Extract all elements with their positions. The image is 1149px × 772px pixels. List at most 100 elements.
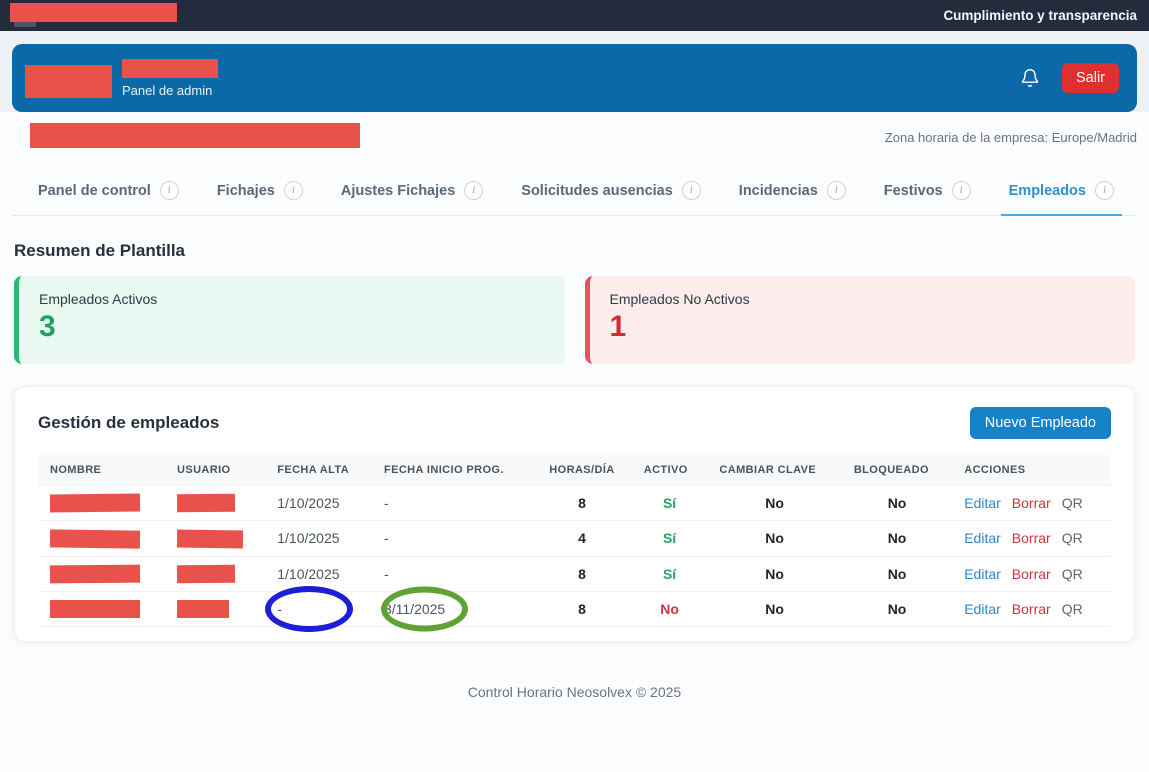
- main-content: Zona horaria de la empresa: Europe/Madri…: [0, 112, 1149, 772]
- card-label: Empleados Activos: [39, 291, 545, 307]
- cell-cambiar-clave: No: [707, 591, 841, 626]
- column-header-activo: ACTIVO: [632, 455, 708, 486]
- employee-management-title: Gestión de empleados: [38, 413, 219, 433]
- cell-cambiar-clave: No: [707, 521, 841, 556]
- column-header-fecha-alta: FECHA ALTA: [265, 455, 372, 486]
- column-header-usuario: USUARIO: [165, 455, 265, 486]
- info-icon[interactable]: i: [682, 181, 701, 200]
- partial-logo-text: [14, 22, 36, 27]
- fecha-inicio-value: -: [384, 495, 389, 511]
- redacted-admin-name: [122, 59, 218, 78]
- cell-fecha-inicio-prog: 3/11/2025: [372, 591, 532, 626]
- redacted-app-logo: [10, 3, 177, 22]
- redacted-username: [177, 600, 229, 618]
- column-header-cambiar-clave: CAMBIAR CLAVE: [707, 455, 841, 486]
- tab-label: Fichajes: [217, 183, 275, 199]
- tab-label: Panel de control: [38, 183, 151, 199]
- summary-title: Resumen de Plantilla: [14, 241, 1149, 261]
- edit-link[interactable]: Editar: [964, 530, 1001, 546]
- tab-festivos[interactable]: Festivos i: [882, 171, 973, 215]
- tab-panel-de-control[interactable]: Panel de control i: [36, 171, 181, 215]
- column-header-nombre: NOMBRE: [38, 455, 165, 486]
- tab-label: Ajustes Fichajes: [341, 183, 455, 199]
- bell-icon[interactable]: [1020, 67, 1040, 89]
- cell-fecha-alta: 1/10/2025: [265, 521, 372, 556]
- edit-link[interactable]: Editar: [964, 601, 1001, 617]
- status-badge: Sí: [663, 566, 676, 582]
- tab-ajustes-fichajes[interactable]: Ajustes Fichajes i: [339, 171, 485, 215]
- info-icon[interactable]: i: [284, 181, 303, 200]
- delete-link[interactable]: Borrar: [1012, 566, 1051, 582]
- fecha-inicio-value: -: [384, 566, 389, 582]
- cell-activo: Sí: [632, 556, 708, 591]
- cell-acciones: Editar Borrar QR: [952, 486, 1111, 521]
- admin-identity: Panel de admin: [25, 59, 218, 98]
- cell-activo: No: [632, 591, 708, 626]
- table-row: -3/11/20258NoNoNoEditarBorrarQR: [38, 591, 1111, 626]
- cell-horas-dia: 4: [532, 521, 632, 556]
- redacted-employee-name: [50, 529, 140, 548]
- cell-activo: Sí: [632, 486, 708, 521]
- redacted-company-logo: [25, 65, 112, 98]
- cell-bloqueado: No: [842, 486, 952, 521]
- new-employee-button[interactable]: Nuevo Empleado: [970, 407, 1111, 439]
- qr-link[interactable]: QR: [1062, 566, 1083, 582]
- qr-link[interactable]: QR: [1062, 495, 1083, 511]
- delete-link[interactable]: Borrar: [1012, 530, 1051, 546]
- compliance-label: Cumplimiento y transparencia: [943, 8, 1137, 23]
- footer-text: Control Horario Neosolvex © 2025: [0, 642, 1149, 720]
- info-icon[interactable]: i: [464, 181, 483, 200]
- cell-fecha-inicio-prog: -: [372, 486, 532, 521]
- cell-acciones: Editar Borrar QR: [952, 591, 1111, 626]
- active-employees-count: 3: [39, 310, 545, 344]
- status-badge: Sí: [663, 530, 676, 546]
- cell-fecha-alta: 1/10/2025: [265, 486, 372, 521]
- info-icon[interactable]: i: [1095, 181, 1114, 200]
- cell-fecha-alta: 1/10/2025: [265, 556, 372, 591]
- edit-link[interactable]: Editar: [964, 566, 1001, 582]
- redacted-employee-name: [50, 564, 140, 583]
- tab-fichajes[interactable]: Fichajes i: [215, 171, 305, 215]
- cell-fecha-alta: -: [265, 591, 372, 626]
- cell-bloqueado: No: [842, 591, 952, 626]
- tab-label: Empleados: [1009, 183, 1086, 199]
- cell-activo: Sí: [632, 521, 708, 556]
- info-icon[interactable]: i: [160, 181, 179, 200]
- table-row: 1/10/2025- 8 Sí NoNo Editar Borrar QR: [38, 556, 1111, 591]
- tab-empleados[interactable]: Empleados i: [1007, 171, 1116, 215]
- delete-link[interactable]: Borrar: [1012, 601, 1051, 617]
- cell-bloqueado: No: [842, 556, 952, 591]
- info-icon[interactable]: i: [827, 181, 846, 200]
- delete-link[interactable]: Borrar: [1012, 495, 1051, 511]
- redacted-username: [177, 565, 235, 584]
- fecha-inicio-value: -: [384, 530, 389, 546]
- page: Cumplimiento y transparencia Panel de ad…: [0, 0, 1149, 704]
- cell-cambiar-clave: No: [707, 556, 841, 591]
- cell-horas-dia: 8: [532, 591, 632, 626]
- status-badge: Sí: [663, 495, 676, 511]
- tab-bar: Panel de controliFichajesiAjustes Fichaj…: [12, 171, 1137, 216]
- tab-label: Solicitudes ausencias: [521, 183, 673, 199]
- column-header-bloqueado: BLOQUEADO: [842, 455, 952, 486]
- edit-link[interactable]: Editar: [964, 495, 1001, 511]
- cell-cambiar-clave: No: [707, 486, 841, 521]
- blue-ellipse-annotation: [265, 586, 353, 632]
- header-band: Panel de admin Salir: [0, 31, 1149, 112]
- qr-link[interactable]: QR: [1062, 530, 1083, 546]
- card-label: Empleados No Activos: [610, 291, 1116, 307]
- info-icon[interactable]: i: [952, 181, 971, 200]
- column-header-horas-dia: HORAS/DÍA: [532, 455, 632, 486]
- cell-horas-dia: 8: [532, 486, 632, 521]
- fecha-inicio-value: 3/11/2025: [384, 601, 445, 617]
- tab-label: Festivos: [884, 183, 943, 199]
- table-row: 1/10/2025- 4 Sí NoNo Editar Borrar QR: [38, 521, 1111, 556]
- tab-incidencias[interactable]: Incidenciasi: [737, 171, 848, 215]
- column-header-fecha-inicio-prog: FECHA INICIO PROG.: [372, 455, 532, 486]
- cell-bloqueado: No: [842, 521, 952, 556]
- inactive-employees-count: 1: [610, 310, 1116, 344]
- tab-solicitudes-ausencias[interactable]: Solicitudes ausencias i: [519, 171, 703, 215]
- qr-link[interactable]: QR: [1062, 601, 1083, 617]
- logout-button[interactable]: Salir: [1062, 63, 1119, 93]
- cell-horas-dia: 8: [532, 556, 632, 591]
- employee-management-card: Gestión de empleados Nuevo Empleado NOMB…: [14, 386, 1135, 642]
